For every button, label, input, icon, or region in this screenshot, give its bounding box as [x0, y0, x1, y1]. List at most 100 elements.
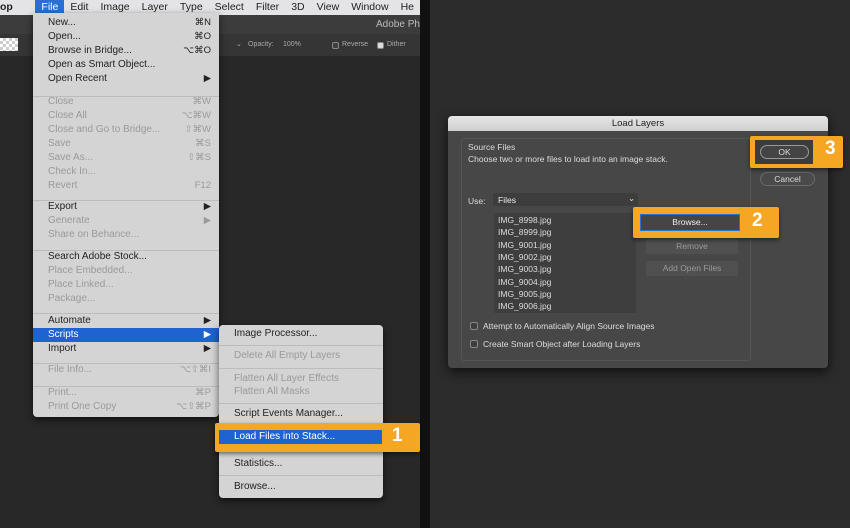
- menu-separator: [219, 345, 383, 346]
- file-list-item[interactable]: IMG_9002.jpg: [498, 252, 551, 262]
- menu-item-shortcut: ⇧⌘W: [184, 124, 211, 135]
- align-checkbox[interactable]: [470, 322, 478, 330]
- divider: [420, 0, 430, 528]
- file-menu-item: Package...: [33, 292, 219, 306]
- submenu-arrow-icon: ▶: [203, 329, 211, 340]
- menu-item-label: Browse in Bridge...: [48, 45, 132, 56]
- menu-item-label: Flatten All Layer Effects: [234, 373, 339, 384]
- file-list-item[interactable]: IMG_9004.jpg: [498, 277, 551, 287]
- menu-separator: [33, 313, 219, 314]
- menu-item-shortcut: F12: [194, 180, 211, 191]
- scripts-menu-item[interactable]: Image Processor...: [219, 327, 383, 341]
- menu-help[interactable]: He: [395, 0, 420, 15]
- submenu-arrow-icon: ▶: [203, 73, 211, 84]
- submenu-arrow-icon: ▶: [203, 201, 211, 212]
- add-open-files-button[interactable]: Add Open Files: [646, 261, 738, 276]
- file-list-item[interactable]: IMG_9003.jpg: [498, 264, 551, 274]
- chevron-down-icon: ⌄: [628, 193, 636, 203]
- menu-item-shortcut: ⌘W: [192, 96, 211, 107]
- menu-item-shortcut: ⌥⇧⌘P: [176, 401, 211, 412]
- app-menu[interactable]: op CC: [0, 0, 35, 28]
- menu-item-label: Browse...: [234, 481, 276, 492]
- browse-button[interactable]: Browse...: [640, 214, 740, 231]
- file-menu-item: Share on Behance...: [33, 228, 219, 242]
- file-menu-item[interactable]: Import ▶: [33, 342, 219, 356]
- menu-item-label: Generate: [48, 215, 90, 226]
- file-list-item[interactable]: IMG_9006.jpg: [498, 301, 551, 311]
- menu-item-shortcut: ⇧⌘S: [187, 152, 211, 163]
- menu-separator: [33, 386, 219, 387]
- menu-view[interactable]: View: [311, 0, 346, 15]
- step-number-2: 2: [752, 210, 763, 231]
- file-list[interactable]: IMG_8998.jpg IMG_8999.jpg IMG_9001.jpg IMG_…: [494, 213, 636, 313]
- menu-item-label: Place Linked...: [48, 279, 114, 290]
- menu-item-label: Scripts: [48, 329, 79, 340]
- use-value: Files: [498, 195, 516, 205]
- cancel-button[interactable]: Cancel: [760, 172, 815, 186]
- file-menu-item[interactable]: Automate ▶: [33, 314, 219, 328]
- menu-item-label: Close and Go to Bridge...: [48, 124, 161, 135]
- scripts-submenu: Image Processor... Delete All Empty Layer…: [219, 325, 383, 498]
- mode-chevron-icon[interactable]: ⌄: [236, 40, 242, 48]
- submenu-arrow-icon: ▶: [203, 315, 211, 326]
- file-menu-item[interactable]: Open as Smart Object...: [33, 58, 219, 72]
- file-menu-item[interactable]: New... ⌘N: [33, 16, 219, 30]
- menu-item-label: Flatten All Masks: [234, 386, 310, 397]
- load-files-into-stack-item[interactable]: Load Files into Stack...: [219, 430, 382, 444]
- file-list-item[interactable]: IMG_9001.jpg: [498, 240, 551, 250]
- menu-item-label: Package...: [48, 293, 96, 304]
- menu-item-label: Import: [48, 343, 77, 354]
- file-menu-item[interactable]: Open... ⌘O: [33, 30, 219, 44]
- remove-button[interactable]: Remove: [646, 239, 738, 254]
- menu-3d[interactable]: 3D: [285, 0, 310, 15]
- scripts-menu-item[interactable]: Statistics...: [219, 457, 383, 471]
- file-menu-item: Check In...: [33, 165, 219, 179]
- menu-item-shortcut: ⌥⌘W: [181, 110, 211, 121]
- file-list-item[interactable]: IMG_8998.jpg: [498, 215, 551, 225]
- file-menu-item[interactable]: Export ▶: [33, 200, 219, 214]
- file-menu-item: Close ⌘W: [33, 95, 219, 109]
- file-menu-item[interactable]: Open Recent ▶: [33, 72, 219, 86]
- menu-separator: [33, 200, 219, 201]
- align-label: Attempt to Automatically Align Source Im…: [483, 321, 655, 331]
- menu-item-label: Delete All Empty Layers: [234, 350, 341, 361]
- reverse-checkbox[interactable]: [332, 42, 339, 49]
- menu-item-label: Save As...: [48, 152, 94, 163]
- menu-filter[interactable]: Filter: [250, 0, 285, 15]
- ok-button[interactable]: OK: [760, 145, 809, 159]
- description: Choose two or more files to load into an…: [468, 154, 668, 164]
- menu-item-shortcut: ⌘O: [194, 31, 211, 42]
- scripts-menu-item: Flatten All Masks: [219, 385, 383, 399]
- file-menu-item[interactable]: Search Adobe Stock...: [33, 250, 219, 264]
- menu-item-label: Save: [48, 138, 71, 149]
- window-title: Adobe Ph: [376, 19, 420, 30]
- menu-separator: [219, 403, 383, 404]
- opacity-label: Opacity:: [248, 41, 274, 48]
- menu-item-label: Print...: [48, 387, 77, 398]
- menu-item-shortcut: ⌘S: [195, 138, 211, 149]
- menu-item-label: Check In...: [48, 166, 96, 177]
- file-list-item[interactable]: IMG_8999.jpg: [498, 227, 551, 237]
- gradient-swatch[interactable]: [0, 38, 18, 51]
- smart-object-checkbox[interactable]: [470, 340, 478, 348]
- menu-item-label: Search Adobe Stock...: [48, 251, 147, 262]
- menu-separator: [33, 363, 219, 364]
- use-select[interactable]: Files ⌄: [493, 193, 638, 206]
- opacity-value[interactable]: 100%: [283, 41, 301, 48]
- file-list-item[interactable]: IMG_9005.jpg: [498, 289, 551, 299]
- menu-window[interactable]: Window: [345, 0, 394, 15]
- menu-separator: [219, 368, 383, 369]
- file-menu-item: Print... ⌘P: [33, 386, 219, 400]
- menu-item-shortcut: ⌘N: [194, 17, 211, 28]
- menu-separator: [33, 250, 219, 251]
- scripts-menu-item[interactable]: Script Events Manager...: [219, 407, 383, 421]
- file-menu-item: Close All ⌥⌘W: [33, 109, 219, 123]
- step-number-3: 3: [825, 138, 836, 159]
- menu-item-label: File Info...: [48, 364, 92, 375]
- scripts-menu-item[interactable]: Browse...: [219, 480, 383, 494]
- file-menu-item: Close and Go to Bridge... ⇧⌘W: [33, 123, 219, 137]
- file-menu-item[interactable]: Scripts ▶: [33, 328, 219, 342]
- dither-checkbox[interactable]: [377, 42, 384, 49]
- file-menu-item[interactable]: Browse in Bridge... ⌥⌘O: [33, 44, 219, 58]
- menu-item-label: Revert: [48, 180, 78, 191]
